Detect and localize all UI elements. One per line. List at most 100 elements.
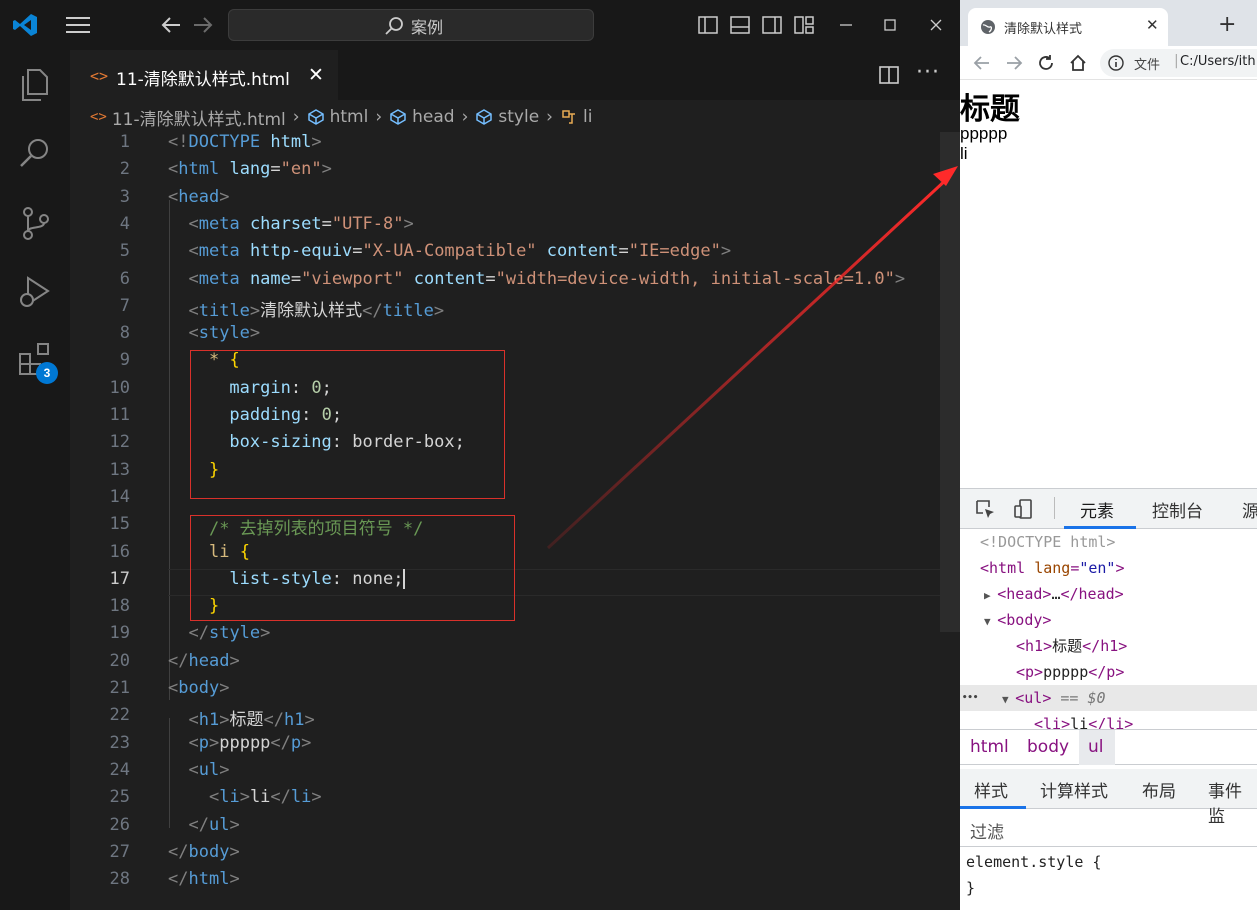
- dom-node[interactable]: ••• ▼ <ul> == $0: [960, 685, 1257, 711]
- more-actions-icon[interactable]: ···: [916, 60, 940, 85]
- reload-icon[interactable]: [1036, 53, 1056, 73]
- dom-node[interactable]: <p>ppppp</p>: [960, 659, 1257, 685]
- run-debug-icon[interactable]: [16, 272, 54, 310]
- close-window-icon[interactable]: [926, 15, 946, 35]
- breadcrumb-item-html[interactable]: html: [307, 107, 368, 127]
- line-number: 11: [109, 405, 130, 425]
- split-editor-icon[interactable]: [878, 64, 900, 86]
- line-number: 10: [109, 377, 130, 398]
- code-line[interactable]: 23 <p>ppppp</p>: [70, 733, 940, 760]
- collapse-triangle-icon[interactable]: ▼: [1002, 693, 1015, 706]
- device-toolbar-icon[interactable]: [1012, 498, 1034, 520]
- home-icon[interactable]: [1068, 53, 1088, 73]
- dom-breadcrumbs: html body ul: [960, 729, 1257, 765]
- maximize-icon[interactable]: [880, 15, 900, 35]
- styles-filter-input[interactable]: 过滤: [960, 811, 1257, 847]
- search-icon: [385, 17, 403, 35]
- line-number: 25: [109, 787, 130, 808]
- search-icon[interactable]: [16, 134, 54, 172]
- dom-node[interactable]: ▶ <head>…</head>: [960, 581, 1257, 607]
- code-line[interactable]: 5 <meta http-equiv="X-UA-Compatible" con…: [70, 241, 940, 268]
- line-number: 7: [119, 295, 130, 316]
- line-number: 8: [119, 323, 130, 344]
- page-list-item: li: [960, 144, 968, 163]
- node-actions-icon[interactable]: •••: [962, 685, 978, 711]
- new-tab-icon[interactable]: +: [1218, 12, 1236, 37]
- code-line[interactable]: 25 <li>li</li>: [70, 787, 940, 814]
- close-tab-icon[interactable]: ✕: [1146, 16, 1159, 34]
- breadcrumb-item-head[interactable]: head: [389, 107, 455, 127]
- code-line[interactable]: 26 </ul>: [70, 815, 940, 842]
- dom-node[interactable]: ▼ <body>: [960, 607, 1257, 633]
- tab-close-icon[interactable]: ✕: [308, 64, 324, 86]
- vscode-window: 案例 3 <> 11-清除默认样式.html ✕ ··· <> 11-清除默认样…: [0, 0, 960, 910]
- breadcrumb-item-style[interactable]: style: [475, 107, 539, 127]
- element-style-rule[interactable]: element.style { }: [966, 849, 1101, 901]
- code-line[interactable]: 2 <html lang="en">: [70, 159, 940, 186]
- code-line[interactable]: 1 <!DOCTYPE html>: [70, 132, 940, 159]
- chevron-right-icon: ›: [292, 107, 300, 127]
- code-text: <ul>: [188, 759, 230, 780]
- dom-node[interactable]: <h1>标题</h1>: [960, 633, 1257, 659]
- code-line[interactable]: 20 </head>: [70, 651, 940, 678]
- code-line[interactable]: 6 <meta name="viewport" content="width=d…: [70, 269, 940, 296]
- back-arrow-icon[interactable]: [972, 53, 992, 73]
- code-line[interactable]: 8 <style>: [70, 323, 940, 350]
- dom-tree[interactable]: <!DOCTYPE html> <html lang="en"> ▶ <head>……: [960, 529, 1257, 733]
- tab-sources[interactable]: 源: [1242, 497, 1257, 522]
- hamburger-menu-icon[interactable]: [66, 16, 90, 34]
- code-line[interactable]: 27 </body>: [70, 842, 940, 869]
- element-style-open: element.style {: [966, 853, 1102, 871]
- subtab-styles[interactable]: 样式: [974, 777, 1008, 802]
- code-text: <!DOCTYPE html>: [168, 132, 322, 152]
- source-control-icon[interactable]: [16, 204, 54, 242]
- breadcrumb-item-li[interactable]: li: [560, 107, 592, 127]
- code-line[interactable]: 28 </html>: [70, 869, 940, 896]
- inspect-element-icon[interactable]: [974, 498, 996, 520]
- breadcrumb-item-file[interactable]: <> 11-清除默认样式.html: [90, 105, 286, 130]
- code-line[interactable]: 24 <ul>: [70, 760, 940, 787]
- address-bar[interactable]: 文件 | C:/Users/ith: [1100, 49, 1257, 77]
- crumb-body[interactable]: body: [1027, 737, 1069, 757]
- editor-tab[interactable]: <> 11-清除默认样式.html ✕: [70, 50, 338, 100]
- line-number: 22: [109, 705, 130, 726]
- info-icon[interactable]: [1108, 55, 1124, 71]
- code-text: <body>: [168, 678, 230, 698]
- tab-elements[interactable]: 元素: [1080, 497, 1114, 522]
- code-line[interactable]: 3 <head>: [70, 187, 940, 214]
- toggle-panel-icon[interactable]: [730, 15, 750, 35]
- command-center-search[interactable]: 案例: [228, 9, 594, 41]
- crumb-ul[interactable]: ul: [1088, 737, 1104, 757]
- code-line[interactable]: 21 <body>: [70, 678, 940, 705]
- html-file-icon: <>: [90, 67, 109, 85]
- minimize-icon[interactable]: [836, 15, 856, 35]
- toggle-sidebar-icon[interactable]: [698, 15, 718, 35]
- forward-arrow-icon[interactable]: [192, 14, 214, 36]
- forward-arrow-icon[interactable]: [1004, 53, 1024, 73]
- dom-node[interactable]: <html lang="en">: [960, 555, 1257, 581]
- line-number: 13: [109, 459, 130, 480]
- explorer-icon[interactable]: [16, 66, 54, 104]
- toggle-secondary-sidebar-icon[interactable]: [762, 15, 782, 35]
- tab-console[interactable]: 控制台: [1152, 497, 1203, 522]
- code-line[interactable]: 7 <title>清除默认样式</title>: [70, 296, 940, 323]
- code-line[interactable]: 4 <meta charset="UTF-8">: [70, 214, 940, 241]
- collapse-triangle-icon[interactable]: ▼: [984, 615, 997, 628]
- code-line[interactable]: 19 </style>: [70, 623, 940, 650]
- cube-icon: [390, 109, 406, 125]
- subtab-computed[interactable]: 计算样式: [1040, 777, 1108, 802]
- editor-scrollbar[interactable]: [940, 132, 960, 632]
- code-text: <title>清除默认样式</title>: [188, 300, 445, 321]
- back-arrow-icon[interactable]: [160, 14, 182, 36]
- browser-tab[interactable]: 清除默认样式 ✕: [968, 8, 1168, 46]
- browser-toolbar: 文件 | C:/Users/ith: [960, 46, 1257, 80]
- subtab-layout[interactable]: 布局: [1142, 777, 1176, 802]
- crumb-html[interactable]: html: [970, 737, 1009, 757]
- expand-triangle-icon[interactable]: ▶: [984, 589, 997, 602]
- breadcrumb: <> 11-清除默认样式.html › html › head › style …: [90, 104, 592, 130]
- code-line[interactable]: 22 <h1>标题</h1>: [70, 705, 940, 732]
- devtools-panel: 元素 控制台 源 <!DOCTYPE html> <html lang="en">…: [960, 488, 1257, 910]
- line-number: 26: [109, 814, 130, 835]
- customize-layout-icon[interactable]: [794, 15, 814, 35]
- dom-node[interactable]: <!DOCTYPE html>: [960, 529, 1257, 555]
